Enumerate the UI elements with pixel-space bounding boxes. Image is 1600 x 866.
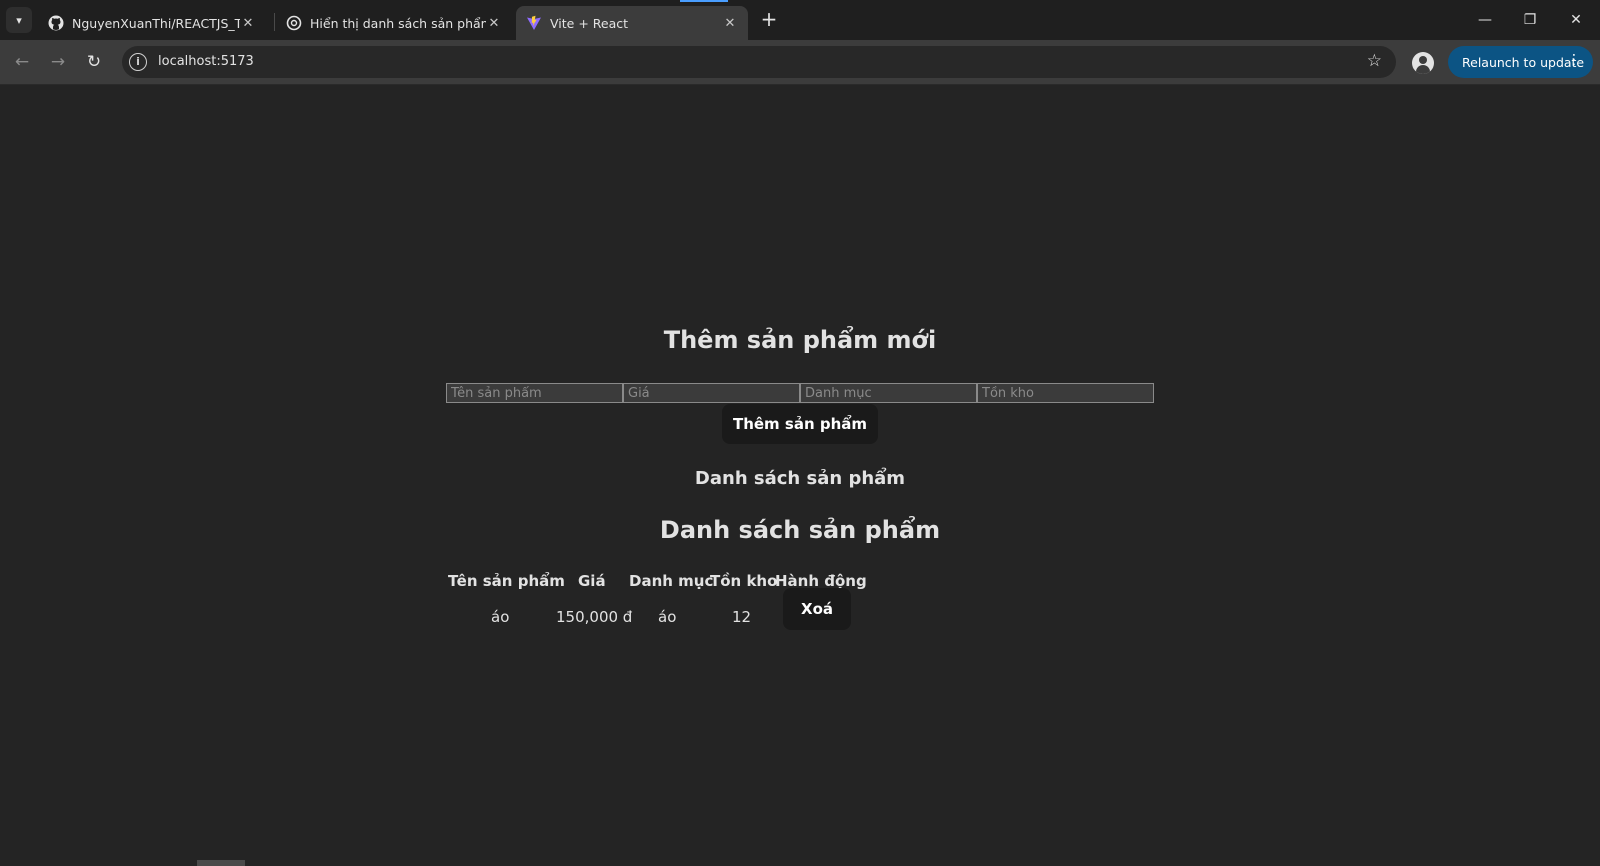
tab-search-chevron-icon[interactable]: ▾ xyxy=(6,7,32,33)
reload-icon[interactable]: ↻ xyxy=(82,50,106,74)
github-icon xyxy=(48,15,64,31)
new-tab-plus-icon[interactable]: + xyxy=(758,8,780,32)
tab-vite-react[interactable]: Vite + React ✕ xyxy=(516,6,748,40)
header-name: Tên sản phẩm xyxy=(448,572,565,590)
product-list-subtitle: Danh sách sản phẩm xyxy=(694,468,906,489)
tab-divider xyxy=(274,13,275,31)
address-bar[interactable]: i localhost:5173 ☆ xyxy=(122,46,1396,78)
add-product-form xyxy=(446,383,1154,403)
product-list-title: Danh sách sản phẩm xyxy=(659,516,941,544)
tab-bar: ▾ NguyenXuanThi/REACTJS_Tuan ✕ Hiển thị … xyxy=(0,0,1600,40)
page-content: Thêm sản phẩm mới Thêm sản phẩm Danh sác… xyxy=(0,86,1600,866)
category-input[interactable] xyxy=(800,383,977,403)
minimize-icon[interactable]: — xyxy=(1465,8,1505,32)
window-close-icon[interactable]: ✕ xyxy=(1556,8,1596,32)
cell-price: 150,000 đ xyxy=(556,608,633,626)
header-stock: Tồn kho xyxy=(710,572,778,590)
relaunch-label: Relaunch to update xyxy=(1462,54,1585,70)
header-price: Giá xyxy=(578,572,606,590)
url-text[interactable]: localhost:5173 xyxy=(158,54,254,69)
header-category: Danh mục xyxy=(629,572,714,590)
close-icon[interactable]: ✕ xyxy=(486,16,502,31)
tab-title: Hiển thị danh sách sản phẩm xyxy=(310,15,486,31)
cell-category: áo xyxy=(658,608,677,626)
forward-arrow-icon[interactable]: → xyxy=(46,50,70,74)
back-arrow-icon[interactable]: ← xyxy=(10,50,34,74)
relaunch-button[interactable]: Relaunch to update ⋮ xyxy=(1448,46,1593,78)
stock-input[interactable] xyxy=(977,383,1154,403)
horizontal-scrollbar[interactable] xyxy=(197,860,245,866)
close-icon[interactable]: ✕ xyxy=(722,16,738,31)
cell-name: áo xyxy=(491,608,510,626)
delete-button[interactable]: Xoá xyxy=(783,588,851,630)
tab-product-list[interactable]: Hiển thị danh sách sản phẩm ✕ xyxy=(276,6,512,40)
more-vert-icon[interactable]: ⋮ xyxy=(1567,52,1581,68)
bookmark-star-icon[interactable]: ☆ xyxy=(1367,51,1382,71)
browser-toolbar: ← → ↻ i localhost:5173 ☆ Relaunch to upd… xyxy=(0,40,1600,85)
tab-activity-indicator xyxy=(680,0,728,2)
price-input[interactable] xyxy=(623,383,800,403)
restore-icon[interactable]: ❐ xyxy=(1510,8,1550,32)
cell-stock: 12 xyxy=(732,608,752,626)
close-icon[interactable]: ✕ xyxy=(240,16,256,31)
tab-title: NguyenXuanThi/REACTJS_Tuan xyxy=(72,15,240,31)
add-product-button[interactable]: Thêm sản phẩm xyxy=(722,404,878,444)
profile-avatar-icon[interactable] xyxy=(1412,52,1434,74)
vite-icon xyxy=(526,15,542,31)
add-product-title: Thêm sản phẩm mới xyxy=(663,326,937,354)
tab-github[interactable]: NguyenXuanThi/REACTJS_Tuan ✕ xyxy=(38,6,266,40)
product-name-input[interactable] xyxy=(446,383,623,403)
openai-icon xyxy=(286,15,302,31)
site-info-icon[interactable]: i xyxy=(129,53,147,71)
tab-title: Vite + React xyxy=(550,15,629,31)
